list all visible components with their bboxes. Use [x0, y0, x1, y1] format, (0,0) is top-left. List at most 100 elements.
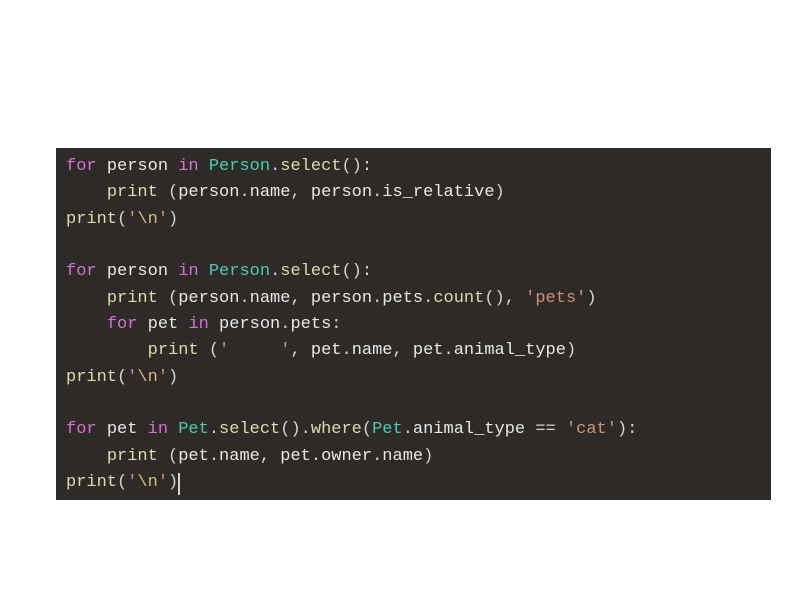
- token-punct: (: [362, 420, 372, 439]
- token-punct: [97, 157, 107, 176]
- token-punct: [178, 315, 188, 334]
- token-punct: [66, 315, 107, 334]
- code-line[interactable]: for pet in person.pets:: [66, 312, 761, 338]
- token-string: ': [127, 210, 137, 229]
- code-line[interactable]: print('\n'): [66, 470, 761, 496]
- token-property: pets: [382, 289, 423, 308]
- token-punct: .: [423, 289, 433, 308]
- token-punct: [66, 289, 107, 308]
- token-variable: person: [219, 315, 280, 334]
- token-punct: ): [168, 210, 178, 229]
- token-keyword: in: [178, 157, 198, 176]
- token-punct: .: [341, 341, 351, 360]
- token-method: where: [311, 420, 362, 439]
- token-punct: [199, 262, 209, 281]
- token-keyword: in: [188, 315, 208, 334]
- code-line[interactable]: [66, 233, 761, 259]
- token-variable: pet: [280, 447, 311, 466]
- token-variable: person: [178, 289, 239, 308]
- token-property: name: [250, 289, 291, 308]
- token-string: ': [158, 368, 168, 387]
- token-property: name: [219, 447, 260, 466]
- token-variable: person: [107, 157, 168, 176]
- token-punct: .: [372, 183, 382, 202]
- token-punct: ): [495, 183, 505, 202]
- token-method: select: [219, 420, 280, 439]
- token-variable: pet: [178, 447, 209, 466]
- code-line[interactable]: print('\n'): [66, 207, 761, 233]
- token-string: ': [158, 473, 168, 492]
- code-line[interactable]: [66, 391, 761, 417]
- token-punct: .: [270, 157, 280, 176]
- token-keyword: for: [66, 420, 97, 439]
- code-line[interactable]: print (pet.name, pet.owner.name): [66, 444, 761, 470]
- code-line[interactable]: print (' ', pet.name, pet.animal_type): [66, 338, 761, 364]
- token-variable: person: [311, 183, 372, 202]
- token-punct: [97, 262, 107, 281]
- token-variable: person: [178, 183, 239, 202]
- token-punct: (: [158, 289, 178, 308]
- token-punct: .: [311, 447, 321, 466]
- token-punct: .: [209, 420, 219, 439]
- token-keyword: for: [66, 262, 97, 281]
- token-variable: pet: [148, 315, 179, 334]
- token-variable: person: [107, 262, 168, 281]
- token-punct: .: [403, 420, 413, 439]
- token-punct: ): [566, 341, 576, 360]
- code-line[interactable]: for pet in Pet.select().where(Pet.animal…: [66, 417, 761, 443]
- token-class: Pet: [372, 420, 403, 439]
- token-builtin: print: [66, 473, 117, 492]
- token-string: ' ': [219, 341, 290, 360]
- token-punct: (: [117, 210, 127, 229]
- token-property: pets: [290, 315, 331, 334]
- token-method: select: [280, 157, 341, 176]
- token-variable: pet: [413, 341, 444, 360]
- token-builtin: print: [66, 368, 117, 387]
- token-punct: .: [372, 289, 382, 308]
- token-punct: [199, 157, 209, 176]
- code-editor[interactable]: for person in Person.select(): print (pe…: [56, 148, 771, 500]
- token-class: Person: [209, 157, 270, 176]
- token-punct: [66, 341, 148, 360]
- token-punct: ,: [393, 341, 413, 360]
- token-punct: ,: [290, 341, 310, 360]
- token-property: animal_type: [454, 341, 566, 360]
- token-string-escape: \n: [137, 473, 157, 492]
- token-punct: ,: [260, 447, 280, 466]
- token-punct: .: [444, 341, 454, 360]
- token-keyword: for: [107, 315, 138, 334]
- token-punct: .: [270, 262, 280, 281]
- token-punct: ): [423, 447, 433, 466]
- code-container[interactable]: for person in Person.select(): print (pe…: [66, 154, 761, 497]
- token-punct: ,: [290, 289, 310, 308]
- code-line[interactable]: print('\n'): [66, 365, 761, 391]
- code-line[interactable]: print (person.name, person.is_relative): [66, 180, 761, 206]
- token-string: ': [127, 368, 137, 387]
- token-punct: [137, 315, 147, 334]
- token-property: is_relative: [382, 183, 494, 202]
- token-string: 'cat': [566, 420, 617, 439]
- token-builtin: print: [148, 341, 199, 360]
- token-string: ': [158, 210, 168, 229]
- token-builtin: print: [66, 210, 117, 229]
- token-punct: :: [331, 315, 341, 334]
- token-variable: pet: [107, 420, 138, 439]
- token-punct: ): [586, 289, 596, 308]
- token-punct: (),: [484, 289, 525, 308]
- token-class: Pet: [178, 420, 209, 439]
- token-punct: ): [168, 473, 178, 492]
- token-builtin: print: [107, 289, 158, 308]
- token-method: select: [280, 262, 341, 281]
- code-line[interactable]: for person in Person.select():: [66, 154, 761, 180]
- code-line[interactable]: for person in Person.select():: [66, 259, 761, 285]
- token-property: name: [250, 183, 291, 202]
- token-punct: ): [168, 368, 178, 387]
- token-string: ': [127, 473, 137, 492]
- token-punct: .: [239, 289, 249, 308]
- token-punct: ():: [341, 157, 372, 176]
- token-class: Person: [209, 262, 270, 281]
- token-punct: .: [372, 447, 382, 466]
- token-punct: [97, 420, 107, 439]
- code-line[interactable]: print (person.name, person.pets.count(),…: [66, 286, 761, 312]
- token-builtin: print: [107, 447, 158, 466]
